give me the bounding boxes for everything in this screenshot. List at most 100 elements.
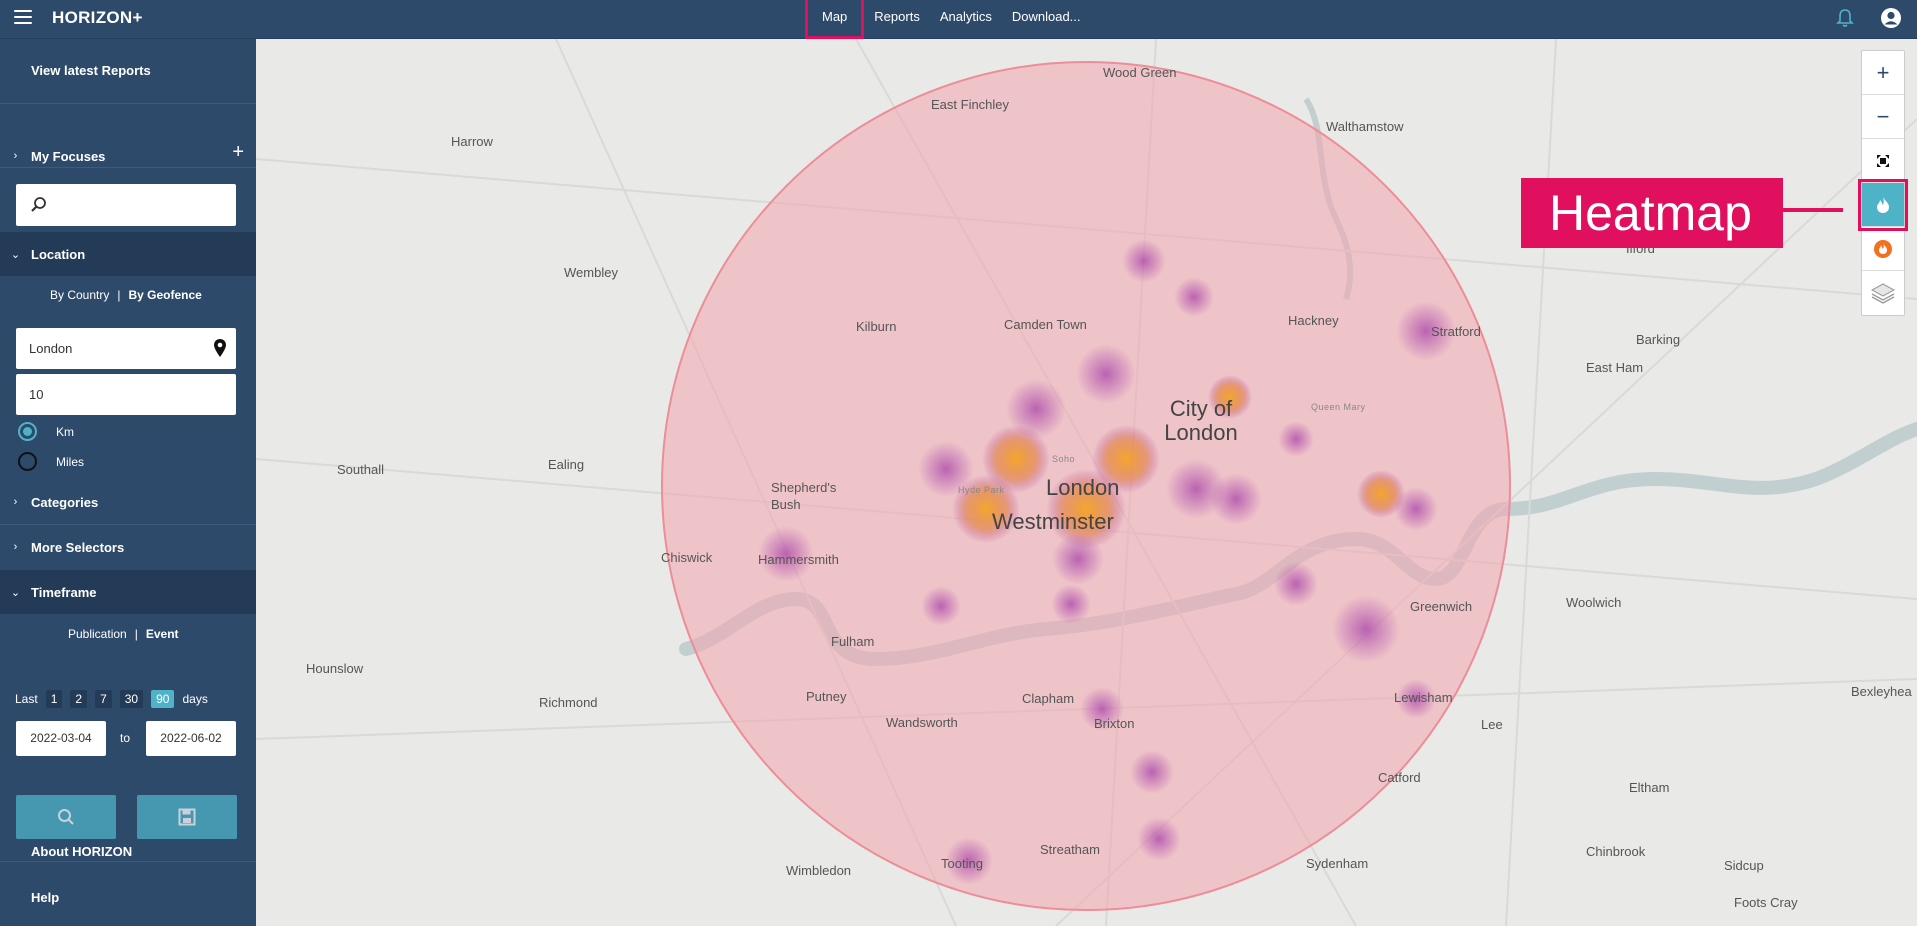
top-bar: HORIZON+ Map Reports Analytics Download.… [0, 0, 1917, 39]
map-label: Sidcup [1724, 858, 1764, 873]
menu-icon[interactable] [14, 10, 32, 26]
map-label: Streatham [1040, 842, 1100, 857]
nav-analytics[interactable]: Analytics [930, 0, 1002, 39]
unit-miles-option[interactable]: Miles [18, 452, 84, 471]
my-focuses-section[interactable]: › My Focuses + [0, 134, 256, 178]
more-selectors-section[interactable]: › More Selectors [0, 525, 256, 569]
main-nav: Map Reports Analytics Download... [805, 0, 1091, 39]
to-date-field[interactable]: 2022-06-02 [146, 721, 236, 756]
map-label: Brixton [1094, 716, 1135, 731]
map-label: Hammersmith [758, 552, 839, 567]
location-section[interactable]: ⌄ Location [0, 232, 256, 276]
map-label: Lee [1481, 717, 1503, 732]
map-label: Shepherd's Bush [771, 480, 837, 512]
to-label: to [120, 731, 131, 745]
map-label: Wimbledon [786, 863, 852, 878]
save-icon [178, 808, 196, 826]
zoom-in-button[interactable]: + [1862, 51, 1904, 95]
heatmap-callout: Heatmap [1521, 178, 1783, 248]
map-label: Sydenham [1306, 856, 1369, 871]
map-label: Tooting [941, 856, 983, 871]
map-label: Lewisham [1394, 690, 1453, 705]
last-label: Last [15, 692, 38, 706]
categories-label: Categories [31, 494, 99, 510]
app-title: HORIZON+ [52, 8, 143, 27]
map-label: London [1046, 475, 1120, 500]
by-country-option[interactable]: By Country [50, 288, 109, 302]
bell-icon[interactable] [1836, 8, 1854, 28]
about-link[interactable]: About HORIZON [31, 844, 132, 859]
event-option[interactable]: Event [146, 627, 179, 641]
categories-section[interactable]: › Categories [0, 480, 256, 524]
radius-value: 10 [29, 387, 44, 402]
location-label: Location [31, 246, 86, 262]
map-label: Greenwich [1410, 599, 1473, 614]
map-label: Clapham [1022, 691, 1075, 706]
chevron-down-icon: ⌄ [10, 586, 21, 599]
by-geofence-option[interactable]: By Geofence [128, 288, 201, 302]
search-input[interactable] [16, 184, 236, 226]
from-date-field[interactable]: 2022-03-04 [16, 721, 106, 756]
map-label: Westminster [992, 509, 1114, 534]
map-label: Fulham [831, 634, 875, 649]
nav-download[interactable]: Download... [1002, 0, 1091, 39]
search-button[interactable] [16, 795, 116, 839]
map-label: East Finchley [931, 97, 1010, 112]
help-link[interactable]: Help [31, 890, 59, 905]
map-label: Wood Green [1103, 65, 1177, 80]
heatmap-toggle-button[interactable] [1858, 179, 1908, 231]
radio-selected-icon [18, 422, 37, 441]
days-selector: Last 1 2 7 30 90 days [15, 690, 208, 708]
map-label: Wandsworth [886, 715, 958, 730]
days-1-option[interactable]: 1 [45, 690, 63, 708]
days-label: days [182, 692, 208, 706]
unit-miles-label: Miles [56, 454, 85, 469]
toggle-separator: | [134, 627, 138, 641]
days-2-option[interactable]: 2 [70, 690, 88, 708]
map-label: Camden Town [1004, 317, 1087, 332]
more-selectors-label: More Selectors [31, 539, 125, 555]
days-30-option[interactable]: 30 [119, 690, 144, 708]
chevron-right-icon: › [13, 496, 18, 508]
save-button[interactable] [137, 795, 237, 839]
location-field[interactable]: London [16, 328, 236, 369]
map-label: Queen Mary [1311, 402, 1366, 412]
timeframe-section[interactable]: ⌄ Timeframe [0, 570, 256, 614]
map-label: Eltham [1629, 780, 1670, 795]
unit-km-label: Km [56, 424, 74, 439]
nav-map[interactable]: Map [805, 0, 865, 39]
publication-option[interactable]: Publication [68, 627, 127, 641]
map-label: Richmond [539, 695, 598, 710]
fullscreen-button[interactable] [1862, 139, 1904, 183]
chevron-down-icon: ⌄ [10, 248, 21, 261]
timeframe-mode-toggle: Publication | Event [68, 627, 179, 641]
map-canvas[interactable]: Wood Green East Finchley Walthamstow Har… [256, 39, 1917, 926]
hotspot-toggle-button[interactable] [1862, 227, 1904, 271]
nav-reports[interactable]: Reports [864, 0, 930, 39]
flame-icon [1877, 196, 1889, 213]
user-avatar-icon[interactable] [1880, 7, 1902, 29]
callout-connector [1783, 208, 1843, 212]
days-7-option[interactable]: 7 [95, 690, 112, 708]
layers-button[interactable] [1862, 271, 1904, 315]
map-label: Wembley [564, 265, 618, 280]
unit-km-option[interactable]: Km [18, 422, 74, 441]
chevron-right-icon: › [13, 541, 18, 553]
my-focuses-label: My Focuses [31, 148, 106, 164]
map-label: Kilburn [856, 319, 897, 334]
map-label: Barking [1636, 332, 1681, 347]
sidebar: View latest Reports › My Focuses + ⌄ Loc… [0, 39, 256, 926]
radio-unselected-icon [18, 452, 37, 471]
divider [0, 103, 256, 104]
zoom-out-button[interactable]: − [1862, 95, 1904, 139]
add-focus-button[interactable]: + [232, 142, 244, 162]
search-icon [58, 809, 74, 825]
view-latest-reports-link[interactable]: View latest Reports [31, 63, 151, 78]
radius-field[interactable]: 10 [16, 374, 236, 415]
map-label: Woolwich [1566, 595, 1622, 610]
days-90-option[interactable]: 90 [151, 690, 175, 708]
map-label: East Ham [1586, 360, 1644, 375]
map-label: Soho [1052, 454, 1076, 464]
map-label: Foots Cray [1734, 895, 1798, 910]
map-pin-icon[interactable] [213, 338, 227, 358]
